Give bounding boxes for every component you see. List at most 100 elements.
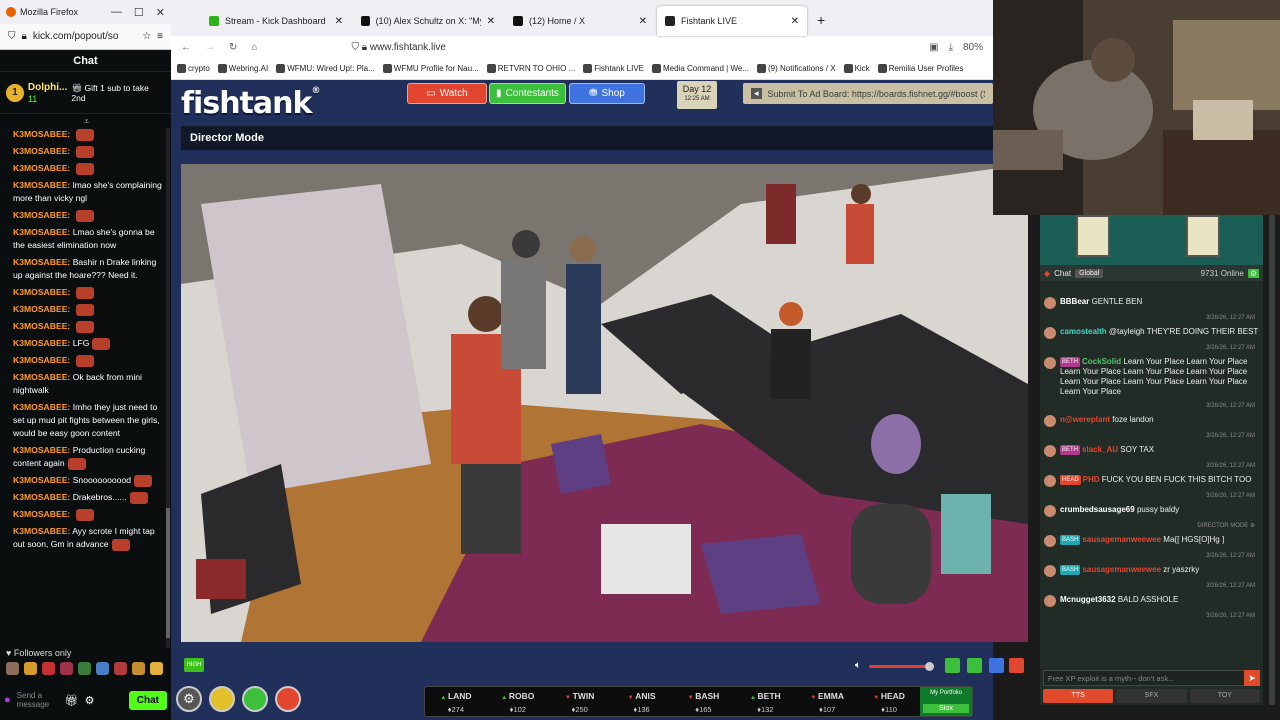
avatar[interactable] xyxy=(1044,357,1056,369)
message-username[interactable]: PHD xyxy=(1083,475,1100,484)
kick-message-username[interactable]: K3MOSABEE: xyxy=(13,304,70,314)
message-username[interactable]: BBBear xyxy=(1060,297,1089,306)
star-icon[interactable]: ☆ xyxy=(142,31,151,42)
avatar[interactable] xyxy=(1044,327,1056,339)
avatar[interactable] xyxy=(1044,595,1056,608)
actions-circle-button[interactable] xyxy=(275,686,301,712)
browser-tab[interactable]: Fishtank LIVE ✕ xyxy=(657,6,807,36)
fullscreen-icon[interactable] xyxy=(989,658,1004,673)
stock-item[interactable]: ▼ HEAD ♦110 xyxy=(858,687,920,716)
message-username[interactable]: n@wereplant xyxy=(1060,415,1110,424)
browser-tab[interactable]: (10) Alex Schultz on X: "My Ne ✕ xyxy=(353,6,503,36)
stock-item[interactable]: ▼ TWIN ♦250 xyxy=(549,687,611,716)
kick-message-username[interactable]: K3MOSABEE: xyxy=(13,146,70,156)
bookmark-item[interactable]: Webring.AI xyxy=(217,64,268,74)
mic-icon[interactable]: ● xyxy=(4,694,11,706)
kick-message-username[interactable]: K3MOSABEE: xyxy=(13,492,70,502)
gift-icon[interactable]: 🎁︎ xyxy=(65,694,79,707)
live-camera-feed[interactable] xyxy=(181,164,1028,642)
message-username[interactable]: sausagemanweewee xyxy=(1082,535,1161,544)
emote-7[interactable] xyxy=(114,662,127,675)
message-username[interactable]: CockSolid xyxy=(1082,357,1121,366)
avatar[interactable] xyxy=(1044,445,1056,458)
browser-tab[interactable]: Stream - Kick Dashboard ✕ xyxy=(201,6,351,36)
home-icon[interactable]: ⌂ xyxy=(251,42,257,53)
kick-message-username[interactable]: K3MOSABEE: xyxy=(13,210,70,220)
stock-item[interactable]: ▼ ANIS ♦136 xyxy=(611,687,673,716)
scroll-thumb[interactable] xyxy=(166,508,170,638)
tab-close-icon[interactable]: ✕ xyxy=(791,16,799,27)
avatar[interactable] xyxy=(1044,535,1056,548)
emote-4[interactable] xyxy=(60,662,73,675)
kick-message-username[interactable]: K3MOSABEE: xyxy=(13,402,70,412)
chat-send-button[interactable]: Chat xyxy=(128,690,167,710)
shop-button[interactable]: ⛃ Shop xyxy=(569,83,645,104)
volume-slider[interactable] xyxy=(869,662,934,671)
record-icon[interactable] xyxy=(1009,658,1024,673)
popout-url[interactable]: kick.com/popout/so xyxy=(33,31,119,42)
forward-icon[interactable]: → xyxy=(205,42,215,53)
message-username[interactable]: Mcnugget3632 xyxy=(1060,595,1116,604)
stock-item[interactable]: ▲ BETH ♦132 xyxy=(734,687,796,716)
stock-item[interactable]: ▲ LAND ♦274 xyxy=(425,687,487,716)
settings-icon[interactable]: ⚙ xyxy=(85,694,95,707)
back-icon[interactable]: ← xyxy=(181,42,191,53)
avatar[interactable] xyxy=(1044,565,1056,578)
stock-item[interactable]: ▲ ROBO ♦102 xyxy=(487,687,549,716)
quality-badge[interactable]: HIGH xyxy=(184,658,204,672)
chat-tab-sfx[interactable]: SFX xyxy=(1116,689,1187,703)
emote-5[interactable] xyxy=(78,662,91,675)
maximize-icon[interactable]: ☐ xyxy=(134,6,144,19)
browser-tab[interactable]: (12) Home / X ✕ xyxy=(505,6,655,36)
kick-message-username[interactable]: K3MOSABEE: xyxy=(13,321,70,331)
tab-close-icon[interactable]: ✕ xyxy=(487,16,495,27)
stock-item[interactable]: ▼ BASH ♦165 xyxy=(673,687,735,716)
bookmark-item[interactable]: WFMU Profile for Nau... xyxy=(382,64,479,74)
message-username[interactable]: slack_AU xyxy=(1082,445,1118,454)
message-username[interactable]: sausagemanweewee xyxy=(1082,565,1161,574)
items-circle-button[interactable] xyxy=(242,686,268,712)
contestants-button[interactable]: ▮ Contestants xyxy=(489,83,566,104)
bookmark-item[interactable]: Media Command | We... xyxy=(652,64,749,74)
avatar[interactable] xyxy=(1044,415,1056,428)
send-message-input[interactable]: Send a message xyxy=(17,691,59,709)
kick-message-username[interactable]: K3MOSABEE: xyxy=(13,180,70,190)
portfolio-button[interactable]: My Portfolio Stox xyxy=(920,687,972,716)
kick-message-username[interactable]: K3MOSABEE: xyxy=(13,227,70,237)
emote-6[interactable] xyxy=(96,662,109,675)
kick-message-username[interactable]: K3MOSABEE: xyxy=(13,372,70,382)
tab-close-icon[interactable]: ✕ xyxy=(639,16,647,27)
message-username[interactable]: camostealth xyxy=(1060,327,1107,336)
stock-item[interactable]: ▼ EMMA ♦107 xyxy=(796,687,858,716)
kick-message-username[interactable]: K3MOSABEE: xyxy=(13,287,70,297)
chat-input[interactable]: Free XP exploit is a myth-- don't ask... xyxy=(1043,670,1260,686)
kick-message-username[interactable]: K3MOSABEE: xyxy=(13,355,70,365)
gift-leaderboard[interactable]: 1 Dolphi... 11 🎁︎ Gift 1 sub to take 2nd xyxy=(0,72,171,114)
kick-message-username[interactable]: K3MOSABEE: xyxy=(13,129,70,139)
bookmark-item[interactable]: RETVRN TO OHIO ... xyxy=(486,64,575,74)
kick-message-username[interactable]: K3MOSABEE: xyxy=(13,445,70,455)
zoom-level[interactable]: 80% xyxy=(963,42,983,53)
chat-scrollbar[interactable] xyxy=(1269,215,1275,705)
minimize-icon[interactable]: — xyxy=(111,6,122,19)
message-username[interactable]: crumbedsausage69 xyxy=(1060,505,1135,514)
clip-icon[interactable] xyxy=(945,658,960,673)
emote-2[interactable] xyxy=(24,662,37,675)
kick-message-username[interactable]: K3MOSABEE: xyxy=(13,509,70,519)
kick-message-username[interactable]: K3MOSABEE: xyxy=(13,475,70,485)
bookmark-item[interactable]: Kick xyxy=(843,64,870,74)
emote-3[interactable] xyxy=(42,662,55,675)
volume-slider-handle[interactable] xyxy=(925,662,934,671)
bookmark-item[interactable]: Fishtank LIVE xyxy=(583,64,644,74)
watch-button[interactable]: ▭ Watch xyxy=(407,83,487,104)
avatar[interactable] xyxy=(1044,297,1056,309)
chat-scope-button[interactable]: Global xyxy=(1075,268,1104,278)
emote-9[interactable] xyxy=(150,662,163,675)
kick-message-username[interactable]: K3MOSABEE: xyxy=(13,526,70,536)
bookmark-item[interactable]: (9) Notifications / X xyxy=(756,64,836,74)
reload-icon[interactable]: ↻ xyxy=(229,42,237,53)
settings-circle-button[interactable]: ⚙ xyxy=(176,686,202,712)
kick-message-username[interactable]: K3MOSABEE: xyxy=(13,163,70,173)
bookmark-item[interactable]: WFMU: Wired Up!: Pla... xyxy=(276,64,375,74)
address-bar[interactable]: ⛉ 🔒︎ www.fishtank.live xyxy=(351,42,446,53)
